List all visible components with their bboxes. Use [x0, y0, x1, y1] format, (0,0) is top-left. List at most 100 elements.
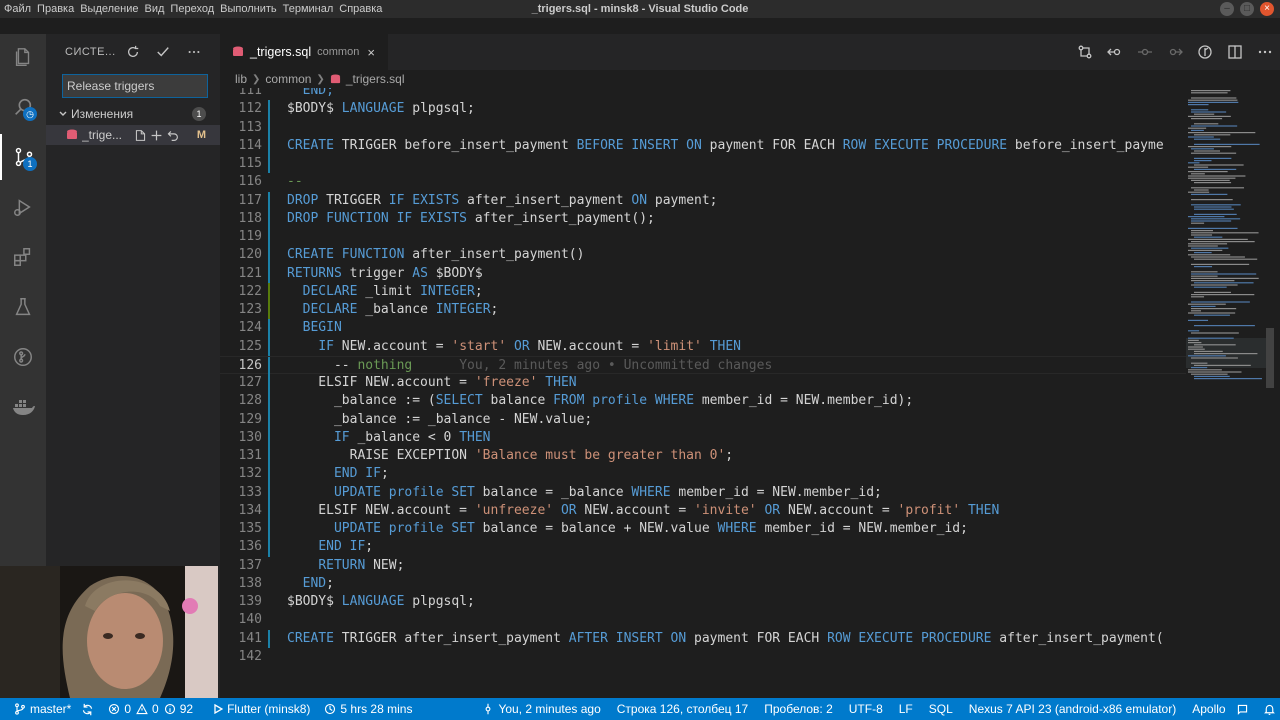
minimize-button[interactable]: – [1220, 2, 1234, 16]
split-editor-icon[interactable] [1226, 43, 1244, 61]
toggle-blame-icon[interactable] [1196, 43, 1214, 61]
gutter-modified-marker[interactable] [268, 209, 270, 228]
branch-status[interactable]: master* [0, 698, 76, 720]
gutter-added-marker[interactable] [268, 301, 270, 320]
gutter-modified-marker[interactable] [268, 191, 270, 210]
menu-help[interactable]: Справка [339, 0, 387, 18]
code-line[interactable]: 131 RAISE EXCEPTION 'Balance must be gre… [220, 447, 1186, 466]
feedback-status[interactable] [1231, 698, 1258, 720]
changes-group-header[interactable]: Изменения 1 [46, 104, 220, 124]
extensions-icon[interactable] [0, 234, 46, 280]
gutter-modified-marker[interactable] [268, 118, 270, 137]
previous-change-icon[interactable] [1136, 43, 1154, 61]
gutter-modified-marker[interactable] [268, 465, 270, 484]
gutter-modified-marker[interactable] [268, 374, 270, 393]
code-line[interactable]: 136 END IF; [220, 538, 1186, 557]
search-icon[interactable]: ◷ [0, 84, 46, 130]
code-line[interactable]: 137 RETURN NEW; [220, 557, 1186, 575]
gutter-modified-marker[interactable] [268, 447, 270, 466]
open-file-icon[interactable] [132, 127, 148, 143]
menu-view[interactable]: Вид [145, 0, 170, 18]
code-line[interactable]: 128 _balance := (SELECT balance FROM pro… [220, 392, 1186, 411]
gutter-modified-marker[interactable] [268, 501, 270, 520]
code-line[interactable]: 115 [220, 155, 1186, 174]
breadcrumb-lib[interactable]: lib [235, 72, 247, 86]
close-tab-icon[interactable]: × [367, 45, 375, 60]
code-line[interactable]: 113 [220, 118, 1186, 137]
more-editor-actions-icon[interactable] [1256, 43, 1274, 61]
code-line[interactable]: 122 DECLARE _limit INTEGER; [220, 282, 1186, 301]
code-line[interactable]: 141 CREATE TRIGGER after_insert_payment A… [220, 629, 1186, 648]
code-line[interactable]: 112 $BODY$ LANGUAGE plpgsql; [220, 100, 1186, 119]
breadcrumb-file[interactable]: _trigers.sql [346, 72, 405, 86]
refresh-icon[interactable] [125, 44, 141, 60]
changed-file-row[interactable]: _trige... M [46, 125, 220, 145]
gutter-modified-marker[interactable] [268, 136, 270, 155]
gutter-added-marker[interactable] [268, 282, 270, 301]
code-line[interactable]: 116 -- [220, 173, 1186, 191]
go-back-icon[interactable] [1106, 43, 1124, 61]
code-line[interactable]: 132 END IF; [220, 465, 1186, 484]
commit-check-icon[interactable] [155, 44, 171, 60]
eol-status[interactable]: LF [894, 698, 918, 720]
code-line[interactable]: 135 UPDATE profile SET balance = balance… [220, 520, 1186, 539]
apollo-status[interactable]: Apollo [1187, 698, 1230, 720]
code-line[interactable]: 119 [220, 228, 1186, 247]
code-line[interactable]: 139 $BODY$ LANGUAGE plpgsql; [220, 593, 1186, 611]
code-line[interactable]: 117 DROP TRIGGER IF EXISTS after_insert_p… [220, 191, 1186, 210]
menu-edit[interactable]: Правка [37, 0, 79, 18]
more-actions-icon[interactable] [186, 44, 202, 60]
close-window-button[interactable]: × [1260, 2, 1274, 16]
code-line[interactable]: 130 IF _balance < 0 THEN [220, 428, 1186, 447]
run-debug-icon[interactable] [0, 184, 46, 230]
cursor-position-status[interactable]: Строка 126, столбец 17 [612, 698, 753, 720]
gutter-modified-marker[interactable] [268, 264, 270, 283]
gutter-modified-marker[interactable] [268, 319, 270, 338]
encoding-status[interactable]: UTF-8 [844, 698, 888, 720]
gutter-modified-marker[interactable] [268, 356, 270, 375]
menu-run[interactable]: Выполнить [220, 0, 281, 18]
stage-plus-icon[interactable] [148, 127, 164, 143]
code-line[interactable]: 133 UPDATE profile SET balance = _balanc… [220, 483, 1186, 502]
device-status[interactable]: Nexus 7 API 23 (android-x86 emulator) [964, 698, 1181, 720]
blame-status[interactable]: You, 2 minutes ago [477, 698, 605, 720]
docker-icon[interactable] [0, 384, 46, 430]
code-line[interactable]: 134 ELSIF NEW.account = 'unfreeze' OR NE… [220, 501, 1186, 520]
git-history-icon[interactable] [0, 334, 46, 380]
menu-file[interactable]: Файл [4, 0, 36, 18]
flutter-status[interactable]: Flutter (minsk8) [208, 698, 315, 720]
code-line[interactable]: 111 END; [220, 88, 1186, 100]
breadcrumb-common[interactable]: common [265, 72, 311, 86]
minimap[interactable] [1186, 88, 1280, 698]
problems-status[interactable]: 0 0 92 [103, 698, 198, 720]
gutter-modified-marker[interactable] [268, 538, 270, 557]
menu-go[interactable]: Переход [170, 0, 219, 18]
gutter-modified-marker[interactable] [268, 228, 270, 247]
language-status[interactable]: SQL [924, 698, 958, 720]
open-changes-icon[interactable] [1076, 43, 1094, 61]
code-line[interactable]: 126 -- nothing You, 2 minutes ago • Unco… [220, 355, 1186, 375]
time-tracker-status[interactable]: 5 hrs 28 mins [319, 698, 417, 720]
tab-trigers-sql[interactable]: _trigers.sql common × [220, 34, 388, 70]
gutter-modified-marker[interactable] [268, 155, 270, 174]
gutter-modified-marker[interactable] [268, 337, 270, 356]
code-line[interactable]: 140 [220, 611, 1186, 629]
gutter-modified-marker[interactable] [268, 392, 270, 411]
gutter-modified-marker[interactable] [268, 246, 270, 265]
code-line[interactable]: 118 DROP FUNCTION IF EXISTS after_insert_… [220, 209, 1186, 228]
gutter-modified-marker[interactable] [268, 520, 270, 539]
testing-flask-icon[interactable] [0, 284, 46, 330]
gutter-modified-marker[interactable] [268, 483, 270, 502]
notifications-status[interactable] [1258, 698, 1280, 720]
commit-message-input[interactable] [62, 74, 208, 98]
menu-terminal[interactable]: Терминал [283, 0, 339, 18]
sync-status[interactable] [76, 698, 103, 720]
code-line[interactable]: 127 ELSIF NEW.account = 'freeze' THEN [220, 374, 1186, 393]
code-line[interactable]: 138 END; [220, 575, 1186, 593]
source-control-icon[interactable]: 1 [0, 134, 46, 180]
gutter-modified-marker[interactable] [268, 410, 270, 429]
gutter-modified-marker[interactable] [268, 629, 270, 648]
indentation-status[interactable]: Пробелов: 2 [759, 698, 838, 720]
code-line[interactable]: 114 CREATE TRIGGER before_insert_payment … [220, 136, 1186, 155]
menu-selection[interactable]: Выделение [80, 0, 143, 18]
